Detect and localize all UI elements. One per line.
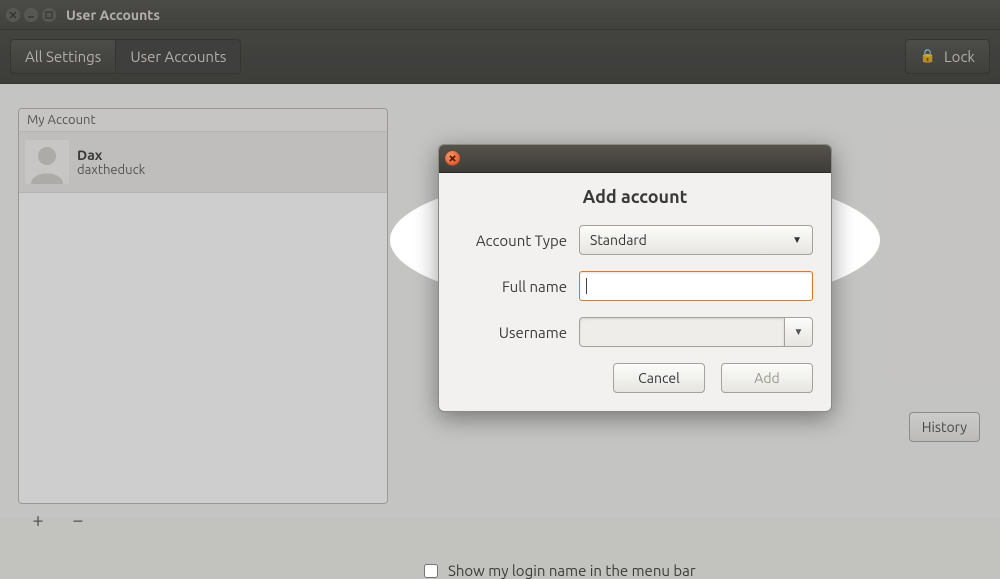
login-name-checkbox-label: Show my login name in the menu bar (448, 562, 696, 579)
text-caret (586, 278, 587, 294)
account-username: daxtheduck (77, 163, 145, 177)
history-button[interactable]: History (909, 412, 980, 442)
dialog-titlebar (439, 145, 831, 173)
dialog-close-button[interactable] (445, 151, 460, 166)
close-icon (9, 11, 17, 19)
account-type-select[interactable]: Standard ▼ (579, 225, 813, 255)
avatar (25, 140, 69, 184)
account-display-name: Dax (77, 147, 145, 163)
add-user-button[interactable]: + (28, 510, 48, 530)
window-close-button[interactable] (6, 8, 20, 22)
account-sidebar: My Account Dax daxtheduck (18, 108, 388, 504)
chevron-down-icon: ▼ (794, 326, 804, 338)
minimize-icon (27, 11, 35, 19)
breadcrumb: All Settings User Accounts (10, 39, 241, 74)
toolbar: All Settings User Accounts 🔒 Lock (0, 30, 1000, 84)
chevron-down-icon: ▼ (792, 234, 802, 246)
login-name-checkbox[interactable] (424, 564, 438, 578)
breadcrumb-all-settings[interactable]: All Settings (10, 39, 116, 74)
account-row[interactable]: Dax daxtheduck (19, 132, 387, 193)
remove-user-button[interactable]: − (68, 510, 88, 530)
window-maximize-button[interactable] (42, 8, 56, 22)
add-button[interactable]: Add (721, 363, 813, 393)
breadcrumb-user-accounts[interactable]: User Accounts (116, 39, 241, 74)
lock-button-label: Lock (944, 48, 975, 65)
window-minimize-button[interactable] (24, 8, 38, 22)
username-input[interactable] (580, 318, 784, 346)
window-titlebar: User Accounts (0, 0, 1000, 30)
username-label: Username (457, 324, 567, 341)
lock-icon: 🔒 (920, 49, 936, 64)
cancel-button[interactable]: Cancel (613, 363, 705, 393)
window-title: User Accounts (66, 7, 160, 23)
account-type-label: Account Type (457, 232, 567, 249)
sidebar-section-label: My Account (19, 109, 387, 132)
add-account-dialog: Add account Account Type Standard ▼ Full… (438, 144, 832, 412)
lock-button[interactable]: 🔒 Lock (905, 39, 990, 74)
username-dropdown-button[interactable]: ▼ (784, 318, 812, 346)
dialog-title: Add account (457, 187, 813, 207)
login-name-checkbox-row[interactable]: Show my login name in the menu bar (424, 562, 696, 579)
full-name-label: Full name (457, 278, 567, 295)
avatar-placeholder-icon (25, 140, 69, 184)
full-name-input[interactable] (579, 271, 813, 301)
username-combobox[interactable]: ▼ (579, 317, 813, 347)
close-icon (449, 155, 456, 162)
account-type-value: Standard (590, 232, 647, 248)
maximize-icon (45, 11, 53, 19)
